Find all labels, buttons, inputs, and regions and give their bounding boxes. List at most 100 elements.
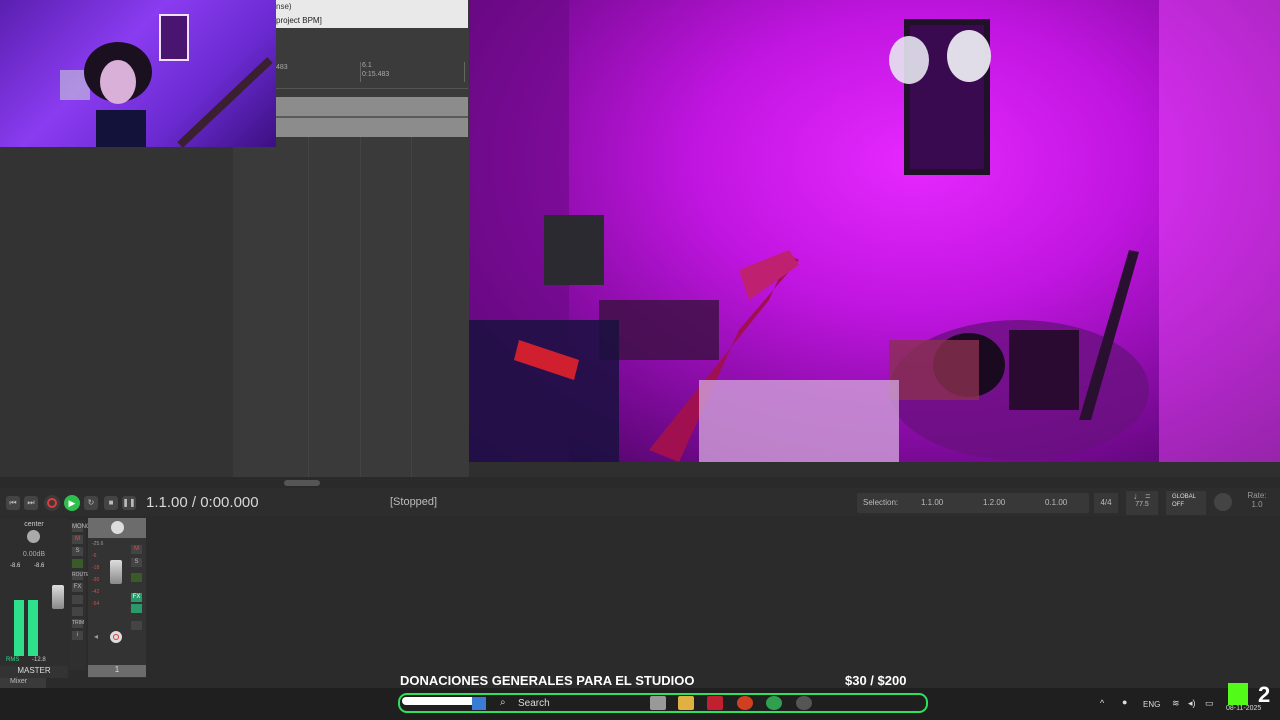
play-button[interactable]: ▶ xyxy=(64,495,80,511)
battery-icon[interactable]: ▭ xyxy=(1205,698,1214,709)
app-icon[interactable] xyxy=(707,696,723,710)
grid-line xyxy=(411,137,412,477)
track-phase-button[interactable] xyxy=(131,573,142,582)
playrate-display[interactable]: Rate: 1.0 xyxy=(1242,491,1272,515)
track-env-button[interactable] xyxy=(131,621,142,630)
selection-end[interactable]: 1.2.00 xyxy=(983,498,1005,507)
track-fader[interactable] xyxy=(110,560,122,584)
stop-button[interactable]: ■ xyxy=(104,496,118,510)
microphone-icon[interactable]: ● xyxy=(1122,697,1127,707)
clock-date[interactable]: 08-11-2025 xyxy=(1226,705,1261,712)
rate-knob[interactable] xyxy=(1214,493,1232,511)
header-line-1: nse) xyxy=(276,2,292,11)
global-automation[interactable]: GLOBAL OFF xyxy=(1166,491,1206,515)
pause-button[interactable]: ❚❚ xyxy=(122,496,136,510)
language-indicator[interactable]: ENG xyxy=(1143,700,1160,709)
time-position-display[interactable]: 1.1.00 / 0:00.000 xyxy=(146,494,259,511)
rate-value: 1.0 xyxy=(1251,500,1263,509)
taskbar-search[interactable]: Search xyxy=(518,698,550,709)
go-to-start-button[interactable]: ⏮ xyxy=(6,496,20,510)
ruler-tick xyxy=(464,62,465,82)
svg-text:2: 2 xyxy=(1258,683,1270,705)
fx-bypass-button[interactable] xyxy=(72,595,83,604)
chevron-up-icon[interactable]: ^ xyxy=(1100,698,1104,708)
master-volume-db: 0.00dB xyxy=(22,551,46,558)
time-signature[interactable]: 4/4 xyxy=(1094,493,1118,513)
scrollbar-thumb[interactable] xyxy=(284,480,320,486)
mute-button[interactable]: M xyxy=(72,535,83,544)
ruler-label: 6.1 xyxy=(362,62,372,69)
master-pan-label: center xyxy=(24,521,44,528)
selection-length[interactable]: 0.1.00 xyxy=(1045,498,1067,507)
note-icon: ♩ = xyxy=(1133,491,1151,501)
fx-button[interactable]: FX xyxy=(72,583,83,592)
selection-start[interactable]: 1.1.00 xyxy=(921,498,943,507)
mono-button[interactable]: MONO xyxy=(72,523,91,532)
master-meter-left xyxy=(14,600,24,656)
webcam-large xyxy=(469,0,1280,462)
track-pan-knob[interactable] xyxy=(111,521,124,534)
donation-amount: $30 / $200 xyxy=(845,673,907,688)
track-number: 1 xyxy=(88,665,146,677)
donation-progress-fill xyxy=(402,697,480,705)
master-rms-value: -12.8 xyxy=(32,657,46,663)
kick-logo-icon: 2 xyxy=(1228,683,1270,705)
master-meter-right xyxy=(28,600,38,656)
track-meter-scale: -25.6 -6 -18 -30 -42 -54 xyxy=(92,541,104,607)
master-pan-knob[interactable] xyxy=(27,530,40,543)
phase-button[interactable] xyxy=(72,559,83,568)
trim-button[interactable]: TRIM xyxy=(72,619,84,628)
timeline-ruler[interactable]: 483 6.1 0:15.483 xyxy=(276,28,468,89)
left-empty-pane xyxy=(0,147,233,477)
track-mute-button[interactable]: M xyxy=(131,545,142,554)
bpm-value: 77.5 xyxy=(1135,501,1149,508)
peak-left: -8.6 xyxy=(10,563,21,569)
track-solo-button[interactable]: S xyxy=(131,558,142,567)
go-to-end-button[interactable]: ⏭ xyxy=(24,496,38,510)
bpm-display[interactable]: ♩ = 77.5 xyxy=(1126,491,1158,515)
route-button[interactable]: ROUTE xyxy=(72,571,90,580)
media-item[interactable] xyxy=(276,97,468,137)
arrange-header: nse) project BPM] xyxy=(276,0,468,28)
master-fader[interactable] xyxy=(52,585,64,609)
track-fx-bypass-button[interactable] xyxy=(131,604,142,613)
info-button[interactable]: i xyxy=(72,631,83,640)
grid-line xyxy=(360,137,361,477)
browser-icon[interactable] xyxy=(737,696,753,710)
arrange-scrollbar[interactable] xyxy=(0,477,1280,488)
mixer-tab[interactable]: Mixer xyxy=(0,678,46,688)
master-route-column: MONO M S ROUTE FX TRIM i xyxy=(69,520,91,670)
wifi-icon[interactable]: ≋ xyxy=(1172,698,1180,709)
master-rms-label: RMS xyxy=(6,657,20,663)
file-explorer-icon[interactable] xyxy=(678,696,694,710)
chrome-icon[interactable] xyxy=(766,696,782,710)
task-view-icon[interactable] xyxy=(650,696,666,710)
ruler-label: 0:15.483 xyxy=(362,71,390,78)
solo-button[interactable]: S xyxy=(72,547,83,556)
master-peaks: -8.6 -8.6 xyxy=(10,563,50,569)
track-record-arm-button[interactable] xyxy=(110,631,122,643)
search-icon: ⌕ xyxy=(500,697,506,708)
master-label: MASTER xyxy=(0,666,68,678)
repeat-button[interactable]: ↻ xyxy=(84,496,98,510)
env-button[interactable] xyxy=(72,607,83,616)
selection-display[interactable]: Selection: 1.1.00 1.2.00 0.1.00 xyxy=(857,493,1089,513)
track-fx-button[interactable]: FX xyxy=(131,593,142,602)
volume-icon[interactable]: ◂) xyxy=(1188,698,1196,709)
donation-title: DONACIONES GENERALES PARA EL STUDIOO xyxy=(400,673,695,688)
grid-line xyxy=(308,137,309,477)
speaker-icon[interactable]: ◂ xyxy=(94,632,98,641)
peak-right: -8.6 xyxy=(34,563,45,569)
mixer-panel xyxy=(0,516,1280,688)
record-button[interactable] xyxy=(44,495,60,511)
start-icon[interactable] xyxy=(472,697,486,710)
rate-label: Rate: xyxy=(1247,491,1267,500)
ruler-label: 483 xyxy=(276,64,288,71)
webcam-small xyxy=(0,0,276,147)
global-state: OFF xyxy=(1172,502,1184,508)
ruler-tick xyxy=(360,62,361,82)
transport-status: [Stopped] xyxy=(390,496,438,508)
global-label: GLOBAL xyxy=(1172,494,1197,500)
selection-label: Selection: xyxy=(863,498,899,507)
reaper-icon[interactable] xyxy=(796,696,812,710)
